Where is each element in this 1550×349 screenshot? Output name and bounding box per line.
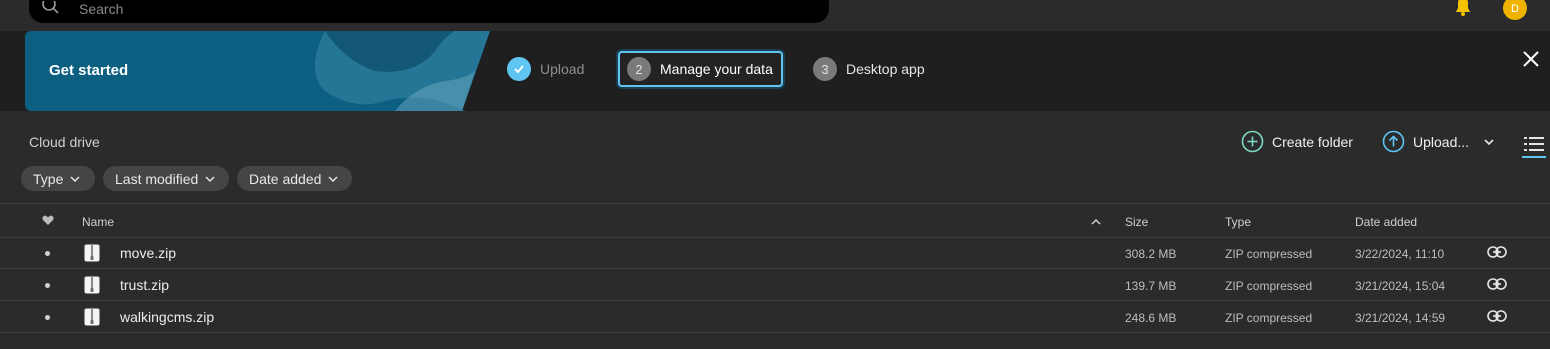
chevron-down-icon xyxy=(1484,138,1494,145)
link-icon[interactable] xyxy=(1487,309,1507,323)
file-name[interactable]: trust.zip xyxy=(120,277,169,293)
file-size: 248.6 MB xyxy=(1125,311,1177,325)
zip-file-icon xyxy=(84,276,100,294)
filter-label: Type xyxy=(33,170,64,187)
column-header-size[interactable]: Size xyxy=(1125,215,1148,229)
avatar[interactable]: D xyxy=(1503,0,1527,20)
file-name[interactable]: move.zip xyxy=(120,245,176,261)
search-bar[interactable] xyxy=(29,0,829,23)
bell-icon[interactable] xyxy=(1452,0,1474,18)
file-type: ZIP compressed xyxy=(1225,311,1313,325)
list-view-toggle[interactable] xyxy=(1522,133,1546,158)
plus-circle-icon xyxy=(1241,130,1264,153)
filter-type[interactable]: Type xyxy=(21,166,95,191)
step-number: 2 xyxy=(627,57,651,81)
close-icon[interactable] xyxy=(1522,50,1540,68)
column-header-date-added[interactable]: Date added xyxy=(1355,215,1417,229)
step-manage-data[interactable]: 2 Manage your data xyxy=(618,51,783,87)
step-upload[interactable]: Upload xyxy=(507,51,584,87)
file-date-added: 3/21/2024, 14:59 xyxy=(1355,311,1446,325)
upload-button[interactable]: Upload... xyxy=(1382,130,1503,153)
heart-icon[interactable] xyxy=(42,215,54,226)
file-date-added: 3/21/2024, 15:04 xyxy=(1355,279,1446,293)
file-size: 308.2 MB xyxy=(1125,247,1177,261)
chevron-down-icon xyxy=(205,175,215,182)
sort-ascending-icon[interactable] xyxy=(1091,218,1101,226)
column-header-type[interactable]: Type xyxy=(1225,215,1251,229)
get-started-banner: Get started Upload 2 Manage your data 3 … xyxy=(0,31,1550,111)
file-size: 139.7 MB xyxy=(1125,279,1177,293)
check-icon xyxy=(507,57,531,81)
favorite-dot[interactable] xyxy=(45,283,50,288)
banner-title: Get started xyxy=(49,62,129,79)
breadcrumb[interactable]: Cloud drive xyxy=(29,134,100,150)
list-view-icon xyxy=(1524,137,1544,151)
favorite-dot[interactable] xyxy=(45,251,50,256)
top-bar: D xyxy=(0,0,1550,31)
step-label: Upload xyxy=(540,61,585,77)
create-folder-button[interactable]: Create folder xyxy=(1241,130,1353,153)
file-date-added: 3/22/2024, 11:10 xyxy=(1355,247,1445,261)
chevron-down-icon xyxy=(70,175,80,182)
search-input[interactable] xyxy=(77,1,681,17)
zip-file-icon xyxy=(84,308,100,326)
zip-file-icon xyxy=(84,244,100,262)
create-folder-label: Create folder xyxy=(1272,133,1353,150)
table-row[interactable]: walkingcms.zip 248.6 MB ZIP compressed 3… xyxy=(0,301,1550,332)
banner-hero: Get started xyxy=(25,31,490,111)
upload-circle-icon xyxy=(1382,130,1405,153)
column-header-name[interactable]: Name xyxy=(82,215,114,229)
link-icon[interactable] xyxy=(1487,245,1507,259)
file-name[interactable]: walkingcms.zip xyxy=(120,309,214,325)
filter-label: Last modified xyxy=(115,170,199,187)
step-number: 3 xyxy=(813,57,837,81)
table-row[interactable]: move.zip 308.2 MB ZIP compressed 3/22/20… xyxy=(0,237,1550,268)
filter-date-added[interactable]: Date added xyxy=(237,166,352,191)
link-icon[interactable] xyxy=(1487,277,1507,291)
filter-label: Date added xyxy=(249,170,322,187)
filter-last-modified[interactable]: Last modified xyxy=(103,166,229,191)
file-type: ZIP compressed xyxy=(1225,247,1313,261)
file-type: ZIP compressed xyxy=(1225,279,1313,293)
upload-label: Upload... xyxy=(1413,133,1470,150)
chevron-down-icon xyxy=(328,175,338,182)
search-icon xyxy=(42,1,59,14)
step-label: Desktop app xyxy=(846,61,925,77)
favorite-dot[interactable] xyxy=(45,315,50,320)
table-row[interactable]: trust.zip 139.7 MB ZIP compressed 3/21/2… xyxy=(0,269,1550,300)
step-label: Manage your data xyxy=(660,61,773,77)
step-desktop-app[interactable]: 3 Desktop app xyxy=(813,51,925,87)
table-divider xyxy=(0,203,1550,204)
row-divider xyxy=(0,332,1550,333)
